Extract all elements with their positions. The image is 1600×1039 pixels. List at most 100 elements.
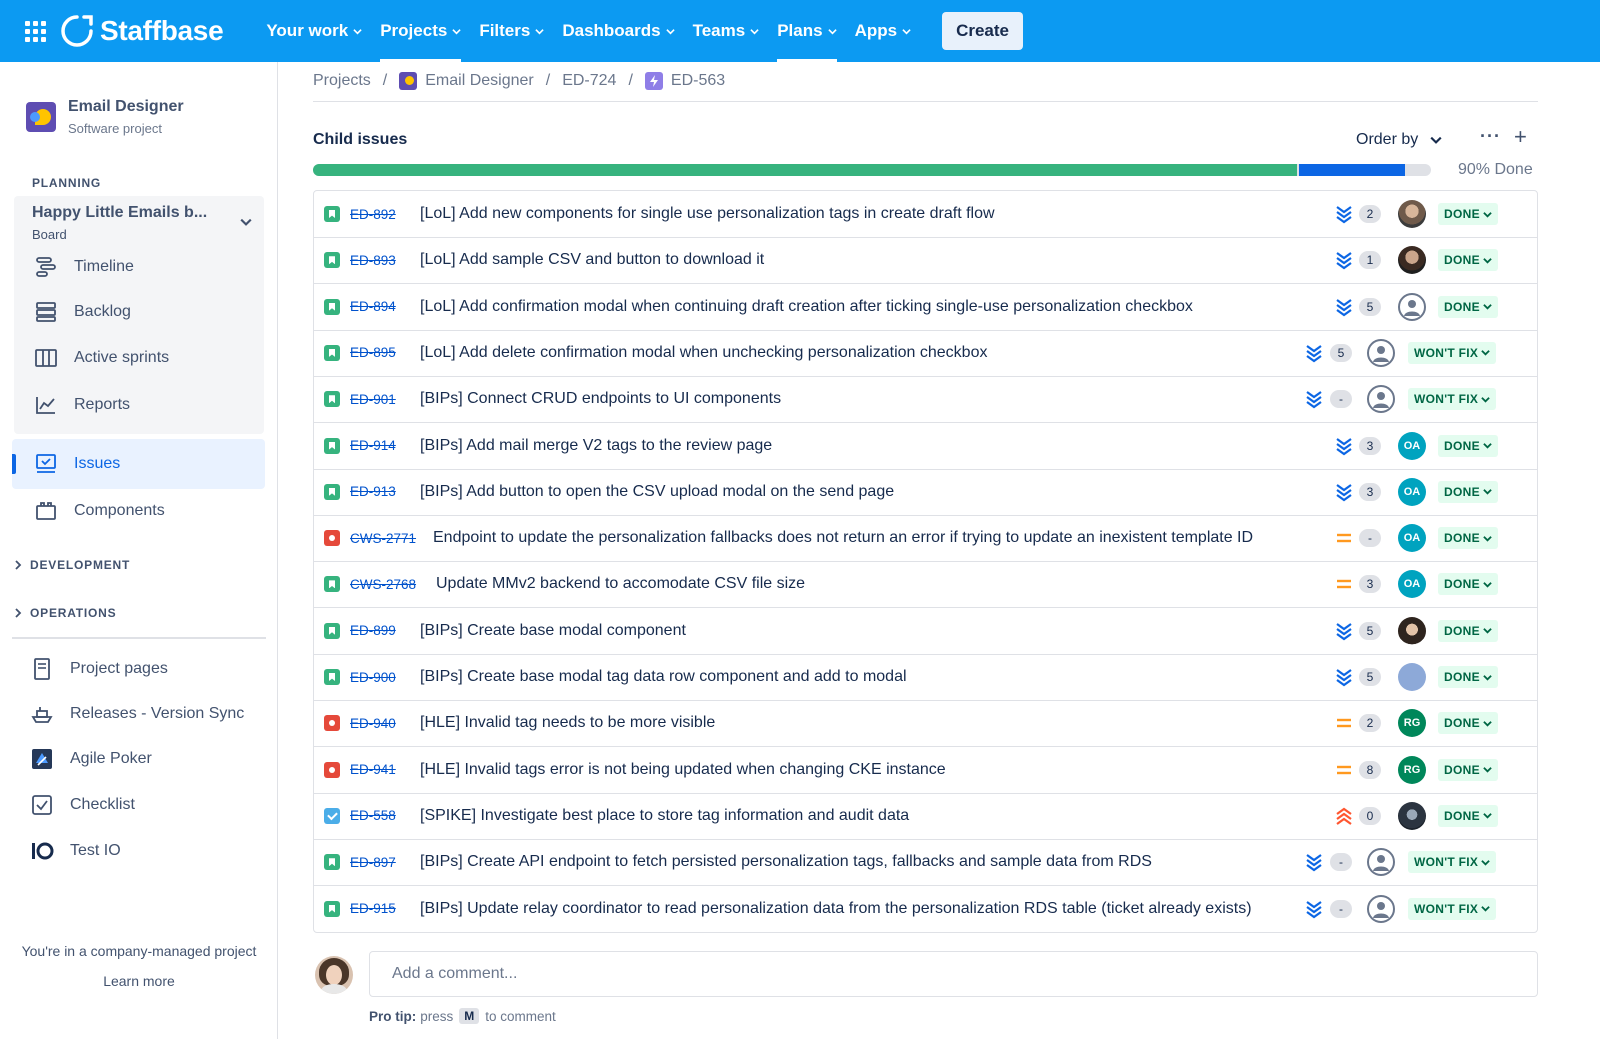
learn-more-link[interactable]: Learn more xyxy=(0,973,278,989)
assignee-avatar[interactable] xyxy=(1398,246,1426,275)
assignee-avatar[interactable]: OA xyxy=(1398,570,1426,599)
nav-plans[interactable]: Plans xyxy=(768,0,845,62)
status-dropdown[interactable]: DONE xyxy=(1438,434,1498,457)
development-section-toggle[interactable]: DEVELOPMENT xyxy=(14,558,130,572)
issue-summary[interactable]: [BIPs] Connect CRUD endpoints to UI comp… xyxy=(420,390,781,408)
issue-key-link[interactable]: ED-915 xyxy=(350,901,396,916)
assignee-avatar[interactable]: OA xyxy=(1398,524,1426,553)
status-dropdown[interactable]: DONE xyxy=(1438,480,1498,503)
project-header[interactable]: Email Designer Software project xyxy=(26,98,184,136)
sidebar-item-project-pages[interactable]: Project pages xyxy=(30,657,168,681)
operations-section-toggle[interactable]: OPERATIONS xyxy=(14,606,116,620)
status-dropdown[interactable]: DONE xyxy=(1438,249,1498,272)
issue-key-link[interactable]: ED-900 xyxy=(350,670,396,685)
more-actions-icon[interactable]: ··· xyxy=(1480,126,1501,147)
issue-summary[interactable]: Update MMv2 backend to accomodate CSV fi… xyxy=(436,575,805,593)
unassigned-avatar-icon[interactable] xyxy=(1398,292,1426,321)
app-switcher-icon[interactable] xyxy=(24,20,46,42)
status-dropdown[interactable]: DONE xyxy=(1438,712,1498,735)
table-row[interactable]: ED-893 [LoL] Add sample CSV and button to… xyxy=(314,237,1537,285)
nav-teams[interactable]: Teams xyxy=(684,0,769,62)
assignee-avatar[interactable] xyxy=(1398,200,1426,228)
issue-key-link[interactable]: ED-893 xyxy=(350,253,396,268)
sidebar-item-components[interactable]: Components xyxy=(34,499,165,523)
sidebar-item-test-io[interactable]: Test IO xyxy=(30,839,121,863)
issue-summary[interactable]: [BIPs] Add button to open the CSV upload… xyxy=(420,483,894,501)
assignee-avatar[interactable] xyxy=(1398,801,1426,830)
sidebar-item-reports[interactable]: Reports xyxy=(34,393,130,417)
unassigned-avatar-icon[interactable] xyxy=(1367,385,1395,414)
issue-summary[interactable]: [BIPs] Add mail merge V2 tags to the rev… xyxy=(420,437,772,455)
unassigned-avatar-icon[interactable] xyxy=(1367,894,1395,923)
sidebar-item-agile-poker[interactable]: Agile Poker xyxy=(30,747,152,771)
table-row[interactable]: ED-913 [BIPs] Add button to open the CSV … xyxy=(314,469,1537,516)
issue-summary[interactable]: [LoL] Add confirmation modal when contin… xyxy=(420,298,1193,316)
assignee-avatar[interactable] xyxy=(1398,663,1426,691)
issue-key-link[interactable]: ED-940 xyxy=(350,716,396,731)
nav-dashboards[interactable]: Dashboards xyxy=(553,0,683,62)
sidebar-item-checklist[interactable]: Checklist xyxy=(30,793,135,817)
issue-key-link[interactable]: ED-899 xyxy=(350,623,396,638)
issue-key-link[interactable]: ED-558 xyxy=(350,808,396,823)
sidebar-item-releases[interactable]: Releases - Version Sync xyxy=(30,702,244,726)
issue-summary[interactable]: [LoL] Add sample CSV and button to downl… xyxy=(420,251,764,269)
status-dropdown[interactable]: DONE xyxy=(1438,573,1498,596)
issue-key-link[interactable]: ED-914 xyxy=(350,438,396,453)
issue-summary[interactable]: [SPIKE] Investigate best place to store … xyxy=(420,807,909,825)
order-by-dropdown[interactable]: Order by xyxy=(1356,131,1442,149)
comment-input[interactable] xyxy=(369,951,1538,997)
board-selector[interactable]: Happy Little Emails b... Board xyxy=(32,204,252,242)
status-dropdown[interactable]: DONE xyxy=(1438,295,1498,318)
issue-summary[interactable]: Endpoint to update the personalization f… xyxy=(433,529,1253,547)
issue-summary[interactable]: [HLE] Invalid tag needs to be more visib… xyxy=(420,714,715,732)
sidebar-item-timeline[interactable]: Timeline xyxy=(34,255,134,279)
status-dropdown[interactable]: WON'T FIX xyxy=(1408,897,1497,920)
issue-key-link[interactable]: ED-913 xyxy=(350,484,396,499)
breadcrumb-projects[interactable]: Projects xyxy=(313,72,371,90)
issue-summary[interactable]: [LoL] Add delete confirmation modal when… xyxy=(420,344,987,362)
sidebar-item-backlog[interactable]: Backlog xyxy=(34,300,131,324)
sidebar-item-active-sprints[interactable]: Active sprints xyxy=(34,346,169,370)
assignee-avatar[interactable]: OA xyxy=(1398,431,1426,460)
nav-filters[interactable]: Filters xyxy=(470,0,553,62)
issue-key-link[interactable]: CWS-2768 xyxy=(350,577,416,592)
status-dropdown[interactable]: DONE xyxy=(1438,804,1498,827)
table-row[interactable]: ED-941 [HLE] Invalid tags error is not be… xyxy=(314,747,1537,794)
table-row[interactable]: ED-892 [LoL] Add new components for singl… xyxy=(314,191,1537,238)
issue-key-link[interactable]: ED-892 xyxy=(350,207,396,222)
assignee-avatar[interactable]: RG xyxy=(1398,709,1426,738)
create-button[interactable]: Create xyxy=(942,12,1023,50)
status-dropdown[interactable]: WON'T FIX xyxy=(1408,851,1497,874)
breadcrumb-project[interactable]: Email Designer xyxy=(425,72,533,90)
table-row[interactable]: ED-558 [SPIKE] Investigate best place to … xyxy=(314,793,1537,840)
issue-summary[interactable]: [BIPs] Update relay coordinator to read … xyxy=(420,900,1252,918)
status-dropdown[interactable]: DONE xyxy=(1438,527,1498,550)
issue-key-link[interactable]: ED-894 xyxy=(350,299,396,314)
breadcrumb-current[interactable]: ED-563 xyxy=(671,72,725,90)
assignee-avatar[interactable]: OA xyxy=(1398,477,1426,506)
staffbase-logo[interactable]: Staffbase xyxy=(60,14,224,48)
unassigned-avatar-icon[interactable] xyxy=(1367,848,1395,877)
issue-key-link[interactable]: ED-941 xyxy=(350,762,396,777)
table-row[interactable]: ED-894 [LoL] Add confirmation modal when … xyxy=(314,284,1537,331)
sidebar-item-issues[interactable]: Issues xyxy=(34,452,120,476)
status-dropdown[interactable]: DONE xyxy=(1438,666,1498,688)
assignee-avatar[interactable]: RG xyxy=(1398,755,1426,784)
table-row[interactable]: ED-915 [BIPs] Update relay coordinator to… xyxy=(314,886,1537,932)
status-dropdown[interactable]: WON'T FIX xyxy=(1408,341,1497,364)
table-row[interactable]: ED-900 [BIPs] Create base modal tag data … xyxy=(314,654,1537,701)
add-child-issue-icon[interactable]: + xyxy=(1514,124,1527,150)
assignee-avatar[interactable] xyxy=(1398,616,1426,645)
issue-summary[interactable]: [HLE] Invalid tags error is not being up… xyxy=(420,761,946,779)
nav-apps[interactable]: Apps xyxy=(846,0,921,62)
issue-key-link[interactable]: ED-895 xyxy=(350,345,396,360)
issue-key-link[interactable]: ED-897 xyxy=(350,855,396,870)
issue-key-link[interactable]: CWS-2771 xyxy=(350,531,416,546)
issue-key-link[interactable]: ED-901 xyxy=(350,392,396,407)
nav-your-work[interactable]: Your work xyxy=(257,0,371,62)
table-row[interactable]: ED-897 [BIPs] Create API endpoint to fetc… xyxy=(314,839,1537,887)
table-row[interactable]: CWS-2771 Endpoint to update the personali… xyxy=(314,515,1537,563)
table-row[interactable]: ED-899 [BIPs] Create base modal component… xyxy=(314,608,1537,655)
table-row[interactable]: ED-901 [BIPs] Connect CRUD endpoints to U… xyxy=(314,376,1537,424)
unassigned-avatar-icon[interactable] xyxy=(1367,338,1395,367)
